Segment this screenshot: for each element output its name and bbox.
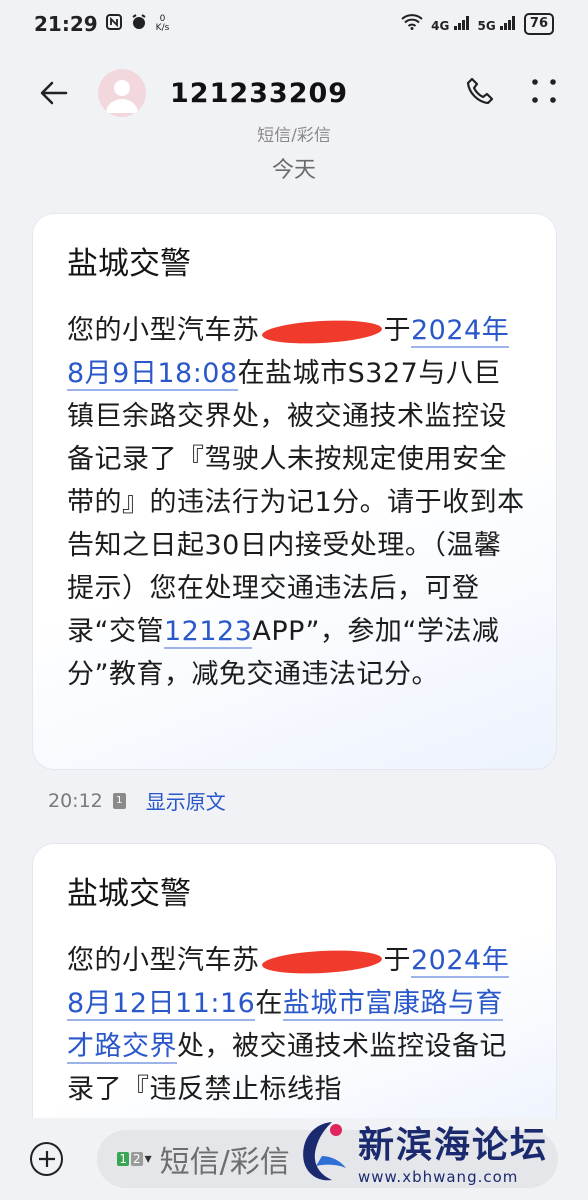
arrow-left-icon — [40, 81, 68, 105]
phone-icon — [466, 77, 494, 105]
avatar[interactable] — [98, 69, 146, 117]
status-left: 21:29 0 K/s — [34, 12, 169, 36]
redaction-mark — [261, 947, 382, 976]
show-original-link[interactable]: 显示原文 — [146, 786, 226, 815]
signal-bars-icon — [453, 15, 469, 30]
status-right: 4G 5G 76 — [401, 13, 554, 35]
network-2-label: 5G — [477, 18, 496, 33]
message-text: 在盐城市S327与八巨镇巨余路交界处，被交通技术监控设备记录了『驾驶人未按规定使… — [67, 358, 525, 647]
wifi-icon — [401, 14, 423, 34]
plus-icon — [38, 1151, 55, 1167]
message-input[interactable]: 1 2 ▾ 短信/彩信 — [97, 1130, 558, 1188]
message-text: 在 — [255, 988, 283, 1019]
date-separator: 今天 — [271, 158, 316, 183]
more-menu-button[interactable] — [530, 77, 558, 109]
caret-down-icon: ▾ — [144, 1151, 152, 1167]
header-actions — [464, 75, 558, 111]
battery-indicator: 76 — [523, 13, 554, 35]
composer-bar: 1 2 ▾ 短信/彩信 — [0, 1118, 588, 1200]
speed-unit: K/s — [155, 23, 170, 33]
alarm-icon — [130, 13, 148, 35]
redaction-mark — [261, 317, 382, 346]
message-text: 您的小型汽车苏 — [67, 315, 260, 346]
signal-5g: 5G — [477, 15, 516, 33]
status-bar: 21:29 0 K/s 4G 5G 76 — [0, 0, 588, 48]
conversation-header: 121233209 — [0, 58, 588, 128]
message-text: 于 — [383, 945, 411, 976]
message-sender: 盐城交警 — [67, 246, 191, 282]
contact-title: 121233209 — [170, 77, 349, 109]
person-icon — [106, 80, 138, 113]
nfc-icon — [105, 14, 122, 34]
sim-primary: 1 — [117, 1152, 129, 1166]
status-time: 21:29 — [34, 12, 98, 36]
sim-secondary: 2 — [130, 1152, 143, 1166]
network-1-label: 4G — [431, 18, 450, 33]
message-bubble[interactable]: 盐城交警 您的小型汽车苏 于2024年8月9日18:08在盐城市S327与八巨镇巨… — [32, 213, 557, 770]
call-button[interactable] — [464, 75, 496, 111]
sim-selector[interactable]: 1 2 ▾ — [117, 1151, 152, 1167]
channel-label: 短信/彩信 — [257, 126, 331, 142]
message-meta: 20:12 1 显示原文 — [48, 786, 226, 815]
message-text: 您的小型汽车苏 — [67, 945, 260, 976]
message-body: 您的小型汽车苏 于2024年8月12日11:16在盐城市富康路与育才路交界处，被交… — [67, 939, 526, 1111]
back-button[interactable] — [30, 69, 78, 117]
input-placeholder: 短信/彩信 — [159, 1145, 290, 1180]
number-link[interactable]: 12123 — [164, 616, 253, 649]
message-time: 20:12 — [48, 789, 103, 812]
add-attachment-button[interactable] — [30, 1142, 64, 1176]
sim-badge: 1 — [112, 792, 126, 809]
message-text: 于 — [383, 315, 411, 346]
more-dots-icon — [532, 79, 556, 103]
message-bubble[interactable]: 盐城交警 您的小型汽车苏 于2024年8月12日11:16在盐城市富康路与育才路交… — [32, 843, 557, 1143]
network-speed: 0 K/s — [156, 15, 170, 33]
signal-4g: 4G — [431, 15, 469, 33]
message-sender: 盐城交警 — [67, 876, 191, 912]
signal-bars-icon — [499, 15, 515, 30]
message-body: 您的小型汽车苏 于2024年8月9日18:08在盐城市S327与八巨镇巨余路交界处… — [67, 309, 526, 696]
